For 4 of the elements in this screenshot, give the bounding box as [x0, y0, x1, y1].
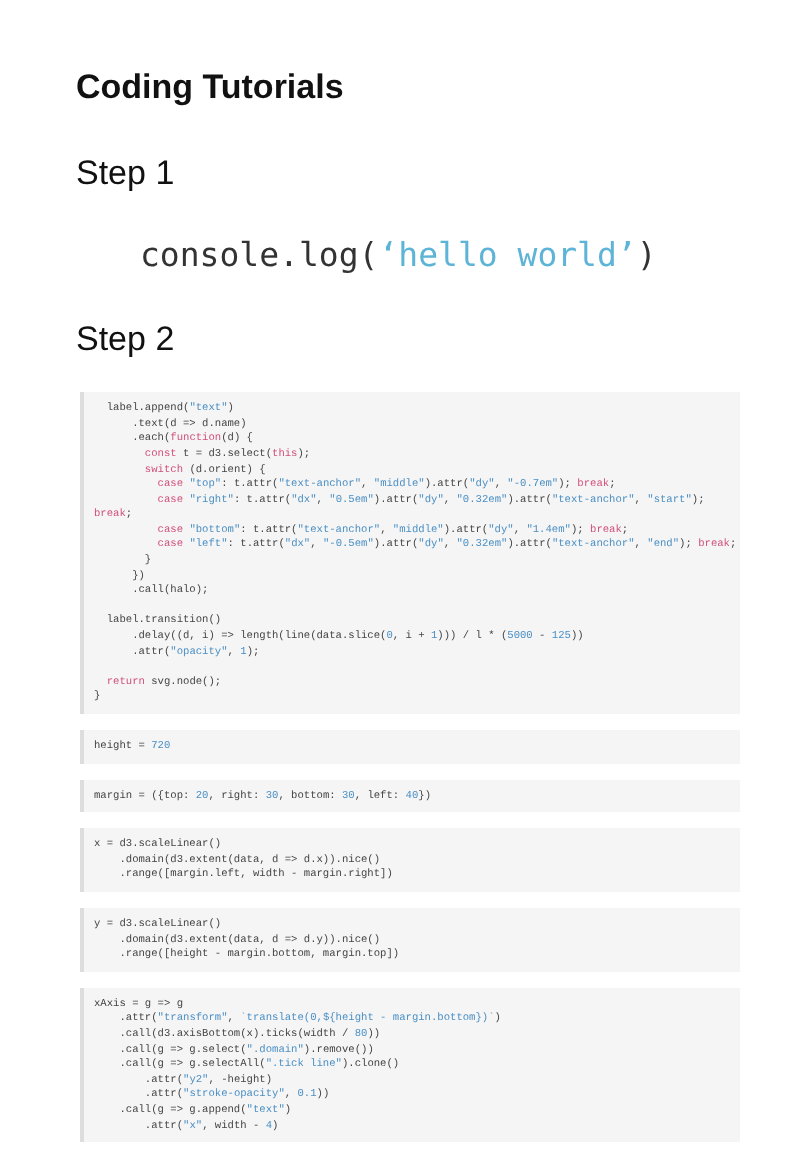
- step-heading: Step 1: [76, 152, 177, 197]
- page-title: Coding Tutorials: [76, 68, 346, 109]
- step-heading: Step 2: [76, 317, 177, 362]
- code-snippet: console.log(‘hello world’): [140, 233, 659, 278]
